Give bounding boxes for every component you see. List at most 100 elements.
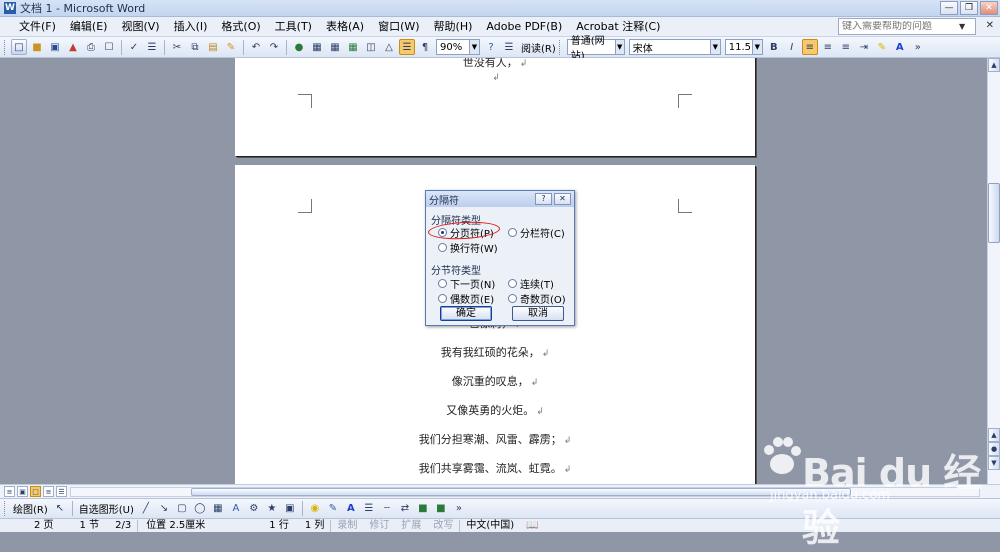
zoom-combo[interactable]: 90% ▼: [436, 39, 480, 55]
arrow-style-icon[interactable]: ⇄: [397, 501, 413, 517]
chevron-down-icon[interactable]: ▼: [469, 40, 479, 54]
help-icon[interactable]: ?: [483, 39, 499, 55]
new-document-icon[interactable]: □: [11, 39, 27, 55]
outline-view-icon[interactable]: ≡: [43, 486, 54, 497]
wordart-icon[interactable]: A: [228, 501, 244, 517]
cut-icon[interactable]: ✂: [169, 39, 185, 55]
chevron-down-icon[interactable]: ▼: [709, 40, 720, 54]
toolbar-grip[interactable]: [558, 39, 562, 55]
text-box-icon[interactable]: ▦: [210, 501, 226, 517]
font-size-combo[interactable]: 11.5 ▼: [724, 39, 763, 55]
spelling-icon[interactable]: ✓: [126, 39, 142, 55]
autoshapes-menu-button[interactable]: 自选图形(U): [76, 501, 137, 516]
picture-icon[interactable]: ▣: [282, 501, 298, 517]
clip-art-icon[interactable]: ★: [264, 501, 280, 517]
toolbar-grip[interactable]: [4, 39, 7, 55]
text-wrap-radio[interactable]: [438, 243, 447, 252]
page-1[interactable]: 世没有人， ↲ ↲: [235, 58, 755, 156]
text-wrap-option[interactable]: 换行符(W): [438, 240, 498, 255]
help-search-input[interactable]: [839, 21, 957, 32]
menu-edit[interactable]: 编辑(E): [63, 17, 115, 37]
scroll-thumb[interactable]: [988, 183, 1000, 243]
read-button[interactable]: 阅读(R): [518, 40, 559, 55]
column-break-radio[interactable]: [508, 228, 517, 237]
line-style-icon[interactable]: ☰: [361, 501, 377, 517]
dialog-close-icon[interactable]: ✕: [554, 193, 571, 205]
print-icon[interactable]: ⎙: [83, 39, 99, 55]
menu-help[interactable]: 帮助(H): [427, 17, 480, 37]
help-search-box[interactable]: ▼: [838, 18, 976, 35]
bold-icon[interactable]: B: [766, 39, 782, 55]
align-center-icon[interactable]: ≡: [801, 39, 818, 55]
column-break-option[interactable]: 分栏符(C): [508, 225, 565, 240]
text-line[interactable]: 又像英勇的火炬。 ↲: [235, 402, 755, 418]
chevron-down-icon[interactable]: ▼: [959, 22, 965, 31]
menu-adobe-pdf[interactable]: Adobe PDF(B): [479, 17, 569, 37]
reading-view-icon[interactable]: ☰: [56, 486, 67, 497]
status-ext[interactable]: 扩展: [395, 519, 427, 533]
text-line[interactable]: 我有我红硕的花朵， ↲: [235, 344, 755, 360]
text-line[interactable]: 我们共享雾霭、流岚、虹霓。 ↲: [235, 460, 755, 476]
menu-window[interactable]: 窗口(W): [371, 17, 426, 37]
web-view-icon[interactable]: ▣: [17, 486, 28, 497]
cancel-button[interactable]: 取消: [512, 306, 564, 321]
next-page-radio[interactable]: [438, 279, 447, 288]
hyperlink-icon[interactable]: ●: [291, 39, 307, 55]
numbering-icon[interactable]: ≡: [820, 39, 836, 55]
dash-style-icon[interactable]: ┄: [379, 501, 395, 517]
continuous-option[interactable]: 连续(T): [508, 276, 554, 291]
italic-icon[interactable]: I: [784, 39, 800, 55]
text-line[interactable]: 我们分担寒潮、风雷、霹雳； ↲: [235, 431, 755, 447]
chevron-down-icon[interactable]: ▼: [751, 40, 762, 54]
status-trk[interactable]: 修订: [363, 519, 395, 533]
insert-table-icon[interactable]: ▦: [327, 39, 343, 55]
ok-button[interactable]: 确定: [440, 306, 492, 321]
next-page-option[interactable]: 下一页(N): [438, 276, 495, 291]
toolbar-options-icon[interactable]: »: [451, 501, 467, 517]
word-app-icon[interactable]: W: [4, 2, 16, 14]
toolbar-options-icon[interactable]: »: [910, 39, 926, 55]
shadow-icon[interactable]: ■: [415, 501, 431, 517]
font-combo[interactable]: 宋体 ▼: [628, 39, 721, 55]
permission-icon[interactable]: ▲: [65, 39, 81, 55]
font-color-icon[interactable]: A: [343, 501, 359, 517]
columns-icon[interactable]: ◫: [363, 39, 379, 55]
print-preview-icon[interactable]: ☐: [101, 39, 117, 55]
3d-style-icon[interactable]: ■: [433, 501, 449, 517]
horizontal-scroll-thumb[interactable]: [191, 488, 851, 496]
copy-icon[interactable]: ⧉: [187, 39, 203, 55]
chevron-down-icon[interactable]: ▼: [614, 40, 624, 54]
excel-sheet-icon[interactable]: ▦: [345, 39, 361, 55]
bullets-icon[interactable]: ≡: [838, 39, 854, 55]
line-color-icon[interactable]: ✎: [325, 501, 341, 517]
odd-page-option[interactable]: 奇数页(O): [508, 291, 566, 306]
highlight-icon[interactable]: ✎: [874, 39, 890, 55]
undo-icon[interactable]: ↶: [248, 39, 264, 55]
text-line[interactable]: 世没有人， ↲: [235, 58, 755, 70]
menu-tools[interactable]: 工具(T): [268, 17, 319, 37]
diagram-icon[interactable]: ⚙: [246, 501, 262, 517]
even-page-radio[interactable]: [438, 294, 447, 303]
drawing-icon[interactable]: △: [381, 39, 397, 55]
normal-view-icon[interactable]: ≡: [4, 486, 15, 497]
print-layout-icon[interactable]: □: [30, 486, 41, 497]
menu-insert[interactable]: 插入(I): [167, 17, 215, 37]
research-icon[interactable]: ☰: [144, 39, 160, 55]
even-page-option[interactable]: 偶数页(E): [438, 291, 494, 306]
menu-format[interactable]: 格式(O): [214, 17, 267, 37]
status-ovr[interactable]: 改写: [427, 519, 459, 533]
paste-icon[interactable]: ▤: [205, 39, 221, 55]
rectangle-icon[interactable]: ▢: [174, 501, 190, 517]
spelling-status-icon[interactable]: 📖: [520, 519, 544, 533]
text-line[interactable]: 像沉重的叹息， ↲: [235, 373, 755, 389]
document-map-icon[interactable]: ☰: [399, 39, 415, 55]
line-icon[interactable]: ╱: [138, 501, 154, 517]
read-icon[interactable]: ☰: [501, 39, 517, 55]
save-icon[interactable]: ▣: [47, 39, 63, 55]
tables-borders-icon[interactable]: ▦: [309, 39, 325, 55]
scroll-up-icon[interactable]: ▲: [988, 58, 1000, 72]
dialog-title-bar[interactable]: 分隔符 ? ✕: [426, 191, 574, 207]
font-color-icon[interactable]: A: [892, 39, 908, 55]
arrow-icon[interactable]: ↘: [156, 501, 172, 517]
show-hide-marks-icon[interactable]: ¶: [417, 39, 433, 55]
